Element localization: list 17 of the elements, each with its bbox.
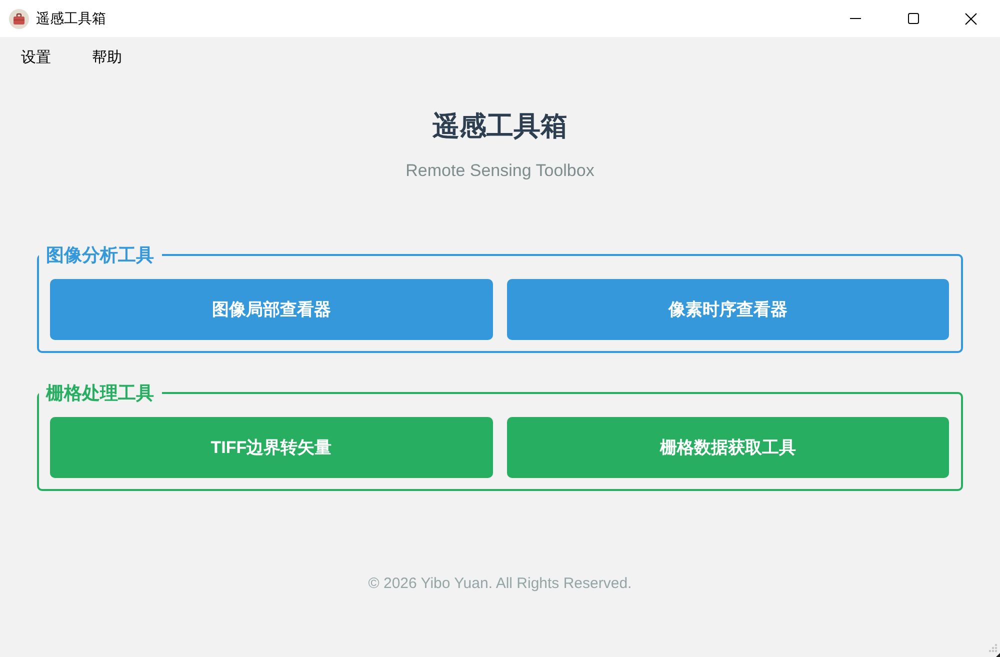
- maximize-icon: [908, 13, 918, 24]
- tool-button[interactable]: 栅格数据获取工具: [506, 417, 949, 478]
- tool-button[interactable]: TIFF边界转矢量: [50, 417, 492, 478]
- app-title: 遥感工具箱: [432, 110, 568, 143]
- group-title: 图像分析工具: [45, 244, 155, 266]
- toolbox-icon: [9, 8, 29, 28]
- tool-button[interactable]: 图像局部查看器: [50, 279, 492, 340]
- minimize-icon: [850, 18, 860, 19]
- menu-item[interactable]: 帮助: [81, 44, 133, 70]
- group-title: 栅格处理工具: [44, 382, 155, 404]
- menu-item[interactable]: 设置: [10, 44, 62, 70]
- app-subtitle: Remote Sensing Toolbox: [406, 161, 594, 181]
- close-icon: [965, 12, 977, 24]
- resize-grip-icon[interactable]: [987, 644, 1000, 657]
- copyright-text: © 2026 Yibo Yuan. All Rights Reserved.: [368, 575, 632, 592]
- window-title: 遥感工具箱: [36, 10, 107, 28]
- tool-button[interactable]: 像素时序查看器: [506, 279, 949, 340]
